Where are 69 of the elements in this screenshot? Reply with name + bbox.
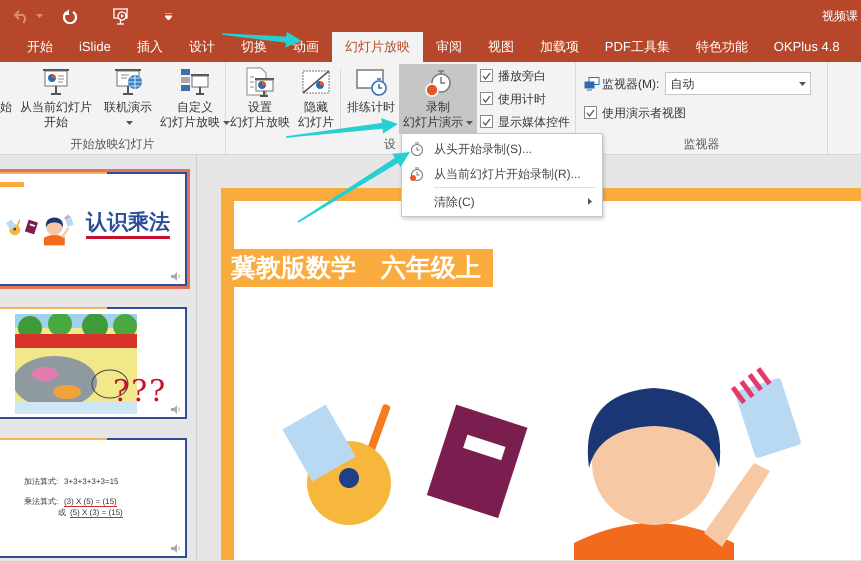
checkbox[interactable] (480, 115, 493, 128)
monitor-select[interactable]: 自动 (665, 72, 812, 95)
document-board-icon (244, 67, 276, 97)
caret-icon (223, 120, 230, 125)
question-marks: ??? (113, 375, 168, 409)
checkbox-label[interactable]: 播放旁白 (498, 66, 546, 84)
speaker-icon (171, 405, 181, 414)
checkbox-label[interactable]: 显示媒体控件 (498, 112, 570, 130)
ribbon-button[interactable]: 始 (0, 64, 16, 134)
speaker-icon (171, 544, 181, 553)
caret-icon (126, 120, 133, 125)
ribbon-tab[interactable]: 加载项 (526, 32, 592, 62)
formula-label: 乘法算式: (24, 496, 60, 507)
slide-thumbnail[interactable]: 认识乘法 (0, 172, 187, 286)
ribbon-tab[interactable]: 审阅 (422, 32, 475, 62)
ribbon-tab[interactable]: OKPlus 4.8 (760, 32, 853, 62)
ribbon-button[interactable]: 设置 幻灯片放映 (226, 64, 294, 134)
checkbox[interactable] (584, 106, 597, 119)
slideshow-icon[interactable] (112, 8, 129, 24)
stopwatch-icon (408, 140, 424, 156)
menu-item[interactable]: 清除(C) (402, 189, 602, 214)
boy-figure (44, 214, 74, 246)
ribbon-tab[interactable]: 特色功能 (682, 32, 761, 62)
monitor-label: 监视器(M): (602, 76, 660, 92)
ribbon-tab[interactable]: 切换 (228, 32, 280, 62)
menu-item[interactable]: 从头开始录制(S)... (402, 136, 602, 161)
ribbon-tab[interactable]: 动画 (280, 32, 332, 62)
submenu-arrow-icon (588, 198, 592, 205)
checkbox[interactable] (480, 69, 493, 82)
slide-thumbnail[interactable]: ??? (0, 307, 187, 419)
speaker-icon (171, 272, 181, 281)
ribbon-tab[interactable]: 设计 (176, 32, 228, 62)
stopwatch-screen-icon (355, 67, 387, 97)
presentation-board-icon (40, 67, 72, 97)
formula-text: (3) X (5) = (15) (64, 496, 117, 507)
ribbon-tab[interactable]: iSlide (66, 32, 124, 62)
checkbox-label[interactable]: 使用演示者视图 (602, 104, 686, 122)
caret-icon (799, 82, 806, 86)
book-drawing (24, 220, 38, 234)
checkbox[interactable] (480, 92, 493, 105)
formula-text: (5) X (3) = (15) (70, 507, 123, 518)
slide-thumbnail[interactable]: 加法算式: 3+3+3+3+3=15 乘法算式: (3) X (5) = (15) 或 (5) X (3) = (15) (0, 438, 187, 558)
ribbon-button[interactable]: 录制 幻灯片演示 (399, 64, 477, 134)
group-label: 设 (384, 137, 396, 151)
redo-icon[interactable] (63, 8, 78, 24)
formula-text: 3+3+3+3+3=15 (64, 476, 119, 488)
group-label: 开始放映幻灯片 (70, 137, 154, 151)
monitor-icon (584, 76, 600, 90)
slide-title: 认识乘法 (86, 210, 170, 239)
customize-caret-icon[interactable] (165, 12, 172, 20)
menu-item[interactable]: 从当前幻灯片开始录制(R)... (402, 161, 602, 186)
ribbon-button[interactable]: 联机演示 (100, 64, 156, 134)
globe-board-icon (112, 67, 144, 97)
paper-drawing (6, 220, 16, 230)
window-title: 视频课 (822, 8, 858, 25)
checkbox-label[interactable]: 使用计时 (498, 90, 546, 108)
banner-mark (0, 182, 24, 187)
formula-label: 或 (58, 507, 66, 518)
ribbon-tab[interactable]: 幻灯片放映 (332, 32, 423, 62)
ribbon-tab[interactable]: 开始 (14, 32, 66, 62)
ribbon-tab[interactable]: PDF工具集 (592, 32, 683, 62)
caret-icon (466, 120, 473, 125)
ribbon-button[interactable]: 从当前幻灯片 开始 (16, 64, 96, 134)
board-panels-icon (179, 67, 211, 97)
ribbon-tab[interactable]: 视图 (474, 32, 527, 62)
group-label: 监视器 (684, 137, 720, 151)
ribbon-tab[interactable]: 插入 (124, 32, 176, 62)
stopwatch-icon (408, 166, 424, 182)
formula-label: 加法算式: (24, 476, 60, 488)
